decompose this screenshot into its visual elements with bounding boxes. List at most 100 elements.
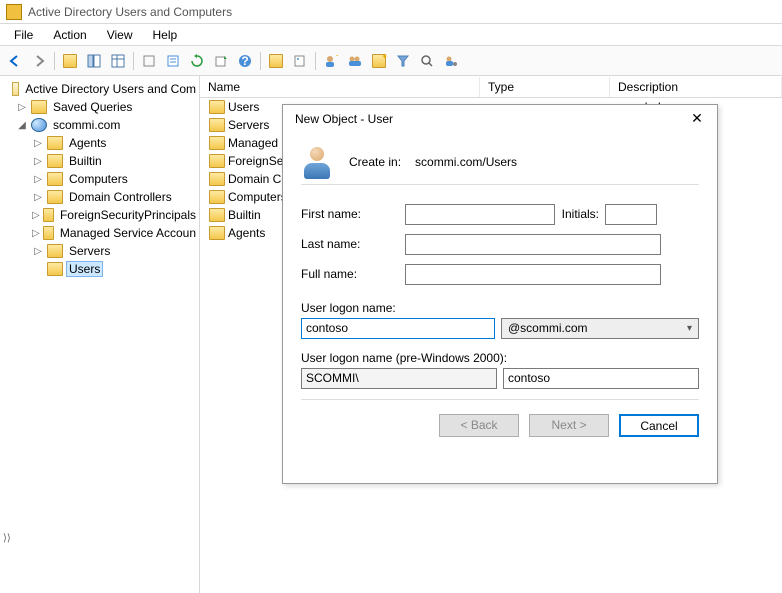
filter-button[interactable]	[392, 50, 414, 72]
pane-expand-handle[interactable]: ⟩⟩	[3, 523, 11, 553]
show-hide-tree-button[interactable]	[83, 50, 105, 72]
tree-foreign-security-principals[interactable]: ▷ ForeignSecurityPrincipals	[0, 206, 199, 224]
domain-icon	[31, 118, 47, 132]
export-button[interactable]	[210, 50, 232, 72]
tree-label: Agents	[66, 135, 109, 151]
folder-icon	[47, 154, 63, 168]
aduc-root-icon	[12, 82, 20, 96]
last-name-label: Last name:	[301, 237, 405, 251]
tree-label-selected: Users	[66, 261, 103, 277]
folder-icon	[209, 208, 225, 222]
tree-pane[interactable]: Active Directory Users and Com ▷ Saved Q…	[0, 76, 200, 593]
logon-name-label: User logon name:	[301, 301, 699, 315]
last-name-input[interactable]	[405, 234, 661, 255]
folder-icon	[209, 100, 225, 114]
cut-button[interactable]	[138, 50, 160, 72]
up-button[interactable]	[59, 50, 81, 72]
app-icon	[6, 4, 22, 20]
expand-icon[interactable]: ▷	[32, 138, 44, 149]
col-name[interactable]: Name	[200, 77, 480, 97]
full-name-label: Full name:	[301, 267, 405, 281]
logon-name-input[interactable]	[301, 318, 495, 339]
tree-builtin[interactable]: ▷ Builtin	[0, 152, 199, 170]
first-name-label: First name:	[301, 207, 405, 221]
new-container-button[interactable]	[265, 50, 287, 72]
tree-users[interactable]: Users	[0, 260, 199, 278]
collapse-icon[interactable]: ◢	[16, 120, 28, 131]
tree-label: Servers	[66, 243, 113, 259]
initials-input[interactable]	[605, 204, 657, 225]
expand-icon[interactable]: ▷	[32, 210, 40, 221]
expand-icon[interactable]: ▷	[16, 102, 28, 113]
folder-icon	[209, 190, 225, 204]
initials-label: Initials:	[555, 207, 605, 221]
col-description[interactable]: Description	[610, 77, 782, 97]
new-user-button[interactable]: ✦	[320, 50, 342, 72]
properties-button[interactable]	[162, 50, 184, 72]
add-to-group-button[interactable]	[440, 50, 462, 72]
forward-button[interactable]	[28, 50, 50, 72]
separator	[301, 399, 699, 400]
expand-icon[interactable]: ▷	[32, 246, 44, 257]
tree-domain[interactable]: ◢ scommi.com	[0, 116, 199, 134]
window-title: Active Directory Users and Computers	[28, 5, 232, 19]
help-button[interactable]: ?	[234, 50, 256, 72]
expand-icon[interactable]: ▷	[32, 156, 44, 167]
new-group-button[interactable]	[344, 50, 366, 72]
tree-label: scommi.com	[50, 117, 123, 133]
tree-servers[interactable]: ▷ Servers	[0, 242, 199, 260]
col-type[interactable]: Type	[480, 77, 610, 97]
menubar: File Action View Help	[0, 24, 782, 46]
find-button[interactable]	[289, 50, 311, 72]
domain-suffix-dropdown[interactable]: @scommi.com ▾	[501, 318, 699, 339]
tree-domain-controllers[interactable]: ▷ Domain Controllers	[0, 188, 199, 206]
folder-icon	[47, 190, 63, 204]
create-in-row: Create in: scommi.com/Users	[301, 139, 699, 185]
back-button[interactable]	[4, 50, 26, 72]
tree-root[interactable]: Active Directory Users and Com	[0, 80, 199, 98]
close-button[interactable]: ✕	[685, 109, 709, 129]
item-name: Domain Co	[228, 172, 288, 186]
item-name: Users	[228, 100, 259, 114]
menu-action[interactable]: Action	[43, 25, 96, 45]
menu-view[interactable]: View	[97, 25, 143, 45]
tree-managed-service-accounts[interactable]: ▷ Managed Service Accoun	[0, 224, 199, 242]
tree-computers[interactable]: ▷ Computers	[0, 170, 199, 188]
find-objects-button[interactable]	[416, 50, 438, 72]
dialog-title: New Object - User	[295, 112, 393, 126]
pre-windows-domain-input	[301, 368, 497, 389]
tree-label: ForeignSecurityPrincipals	[57, 207, 199, 223]
next-button[interactable]: Next >	[529, 414, 609, 437]
first-name-input[interactable]	[405, 204, 555, 225]
toolbar: ? ✦ ✦	[0, 46, 782, 76]
user-icon	[301, 145, 335, 179]
expand-icon[interactable]: ▷	[32, 192, 44, 203]
tree-saved-queries[interactable]: ▷ Saved Queries	[0, 98, 199, 116]
menu-help[interactable]: Help	[143, 25, 188, 45]
folder-icon	[47, 172, 63, 186]
back-button[interactable]: < Back	[439, 414, 519, 437]
item-name: ForeignSec	[228, 154, 289, 168]
folder-icon	[43, 208, 54, 222]
refresh-button[interactable]	[186, 50, 208, 72]
menu-file[interactable]: File	[4, 25, 43, 45]
expand-icon[interactable]: ▷	[32, 228, 40, 239]
folder-icon	[209, 226, 225, 240]
dialog-titlebar: New Object - User ✕	[283, 105, 717, 133]
pre-windows-user-input[interactable]	[503, 368, 699, 389]
item-name: Agents	[228, 226, 265, 240]
create-in-label: Create in:	[349, 155, 401, 169]
full-name-input[interactable]	[405, 264, 661, 285]
details-button[interactable]	[107, 50, 129, 72]
new-ou-button[interactable]: ✦	[368, 50, 390, 72]
expand-icon[interactable]: ▷	[32, 174, 44, 185]
folder-icon	[47, 244, 63, 258]
cancel-button[interactable]: Cancel	[619, 414, 699, 437]
tree-agents[interactable]: ▷ Agents	[0, 134, 199, 152]
folder-icon	[31, 100, 47, 114]
item-name: Managed S	[228, 136, 289, 150]
tree-root-label: Active Directory Users and Com	[22, 81, 199, 97]
new-user-dialog: New Object - User ✕ Create in: scommi.co…	[282, 104, 718, 484]
folder-icon	[47, 262, 63, 276]
chevron-down-icon: ▾	[687, 323, 692, 334]
